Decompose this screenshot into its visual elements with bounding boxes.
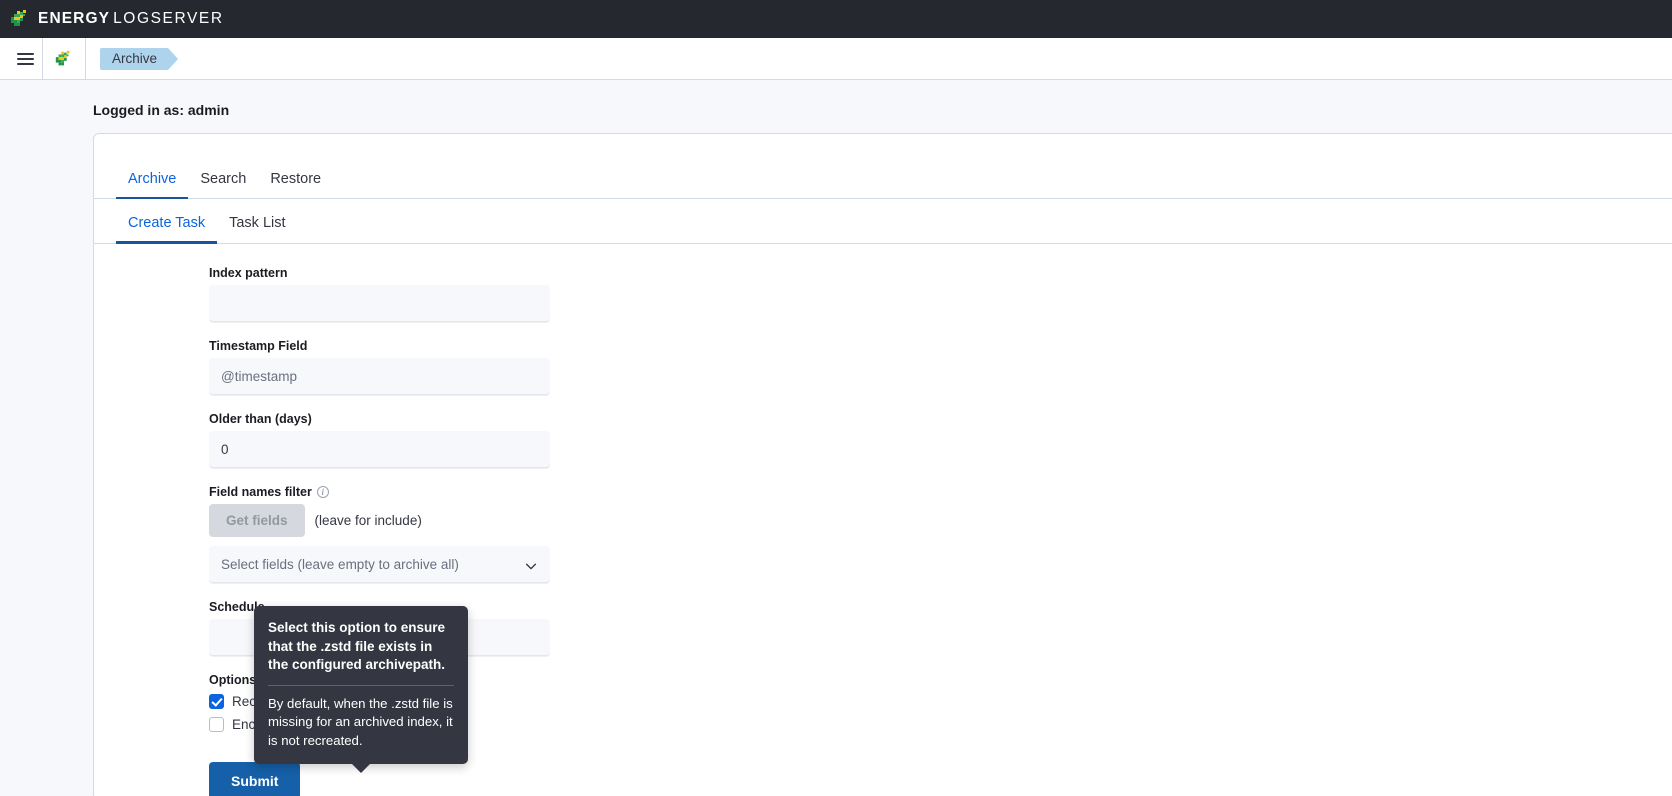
energy-logserver-logo-icon — [9, 8, 31, 30]
timestamp-field-label: Timestamp Field — [209, 339, 308, 353]
brand-title-light: LOGSERVER — [113, 10, 224, 27]
timestamp-field-input[interactable] — [209, 358, 550, 395]
secondary-navigation-bar: Archive — [0, 37, 1672, 80]
index-pattern-input[interactable] — [209, 285, 550, 322]
page-content: Logged in as: admin Archive Search Resto… — [0, 80, 1672, 796]
older-than-input[interactable] — [209, 431, 550, 468]
field-timestamp: Timestamp Field — [209, 339, 1672, 395]
hamburger-menu-icon[interactable] — [8, 42, 42, 76]
tab-search[interactable]: Search — [188, 162, 258, 198]
tooltip-separator — [268, 684, 454, 686]
field-index-pattern: Index pattern — [209, 266, 1672, 322]
get-fields-button[interactable]: Get fields — [209, 504, 305, 537]
submit-button[interactable]: Submit — [209, 762, 301, 796]
archive-panel: Archive Search Restore Create Task Task … — [93, 133, 1672, 796]
tooltip-arrow-icon — [352, 764, 370, 773]
field-names-filter: Field names filter i Get fields (leave f… — [209, 485, 1672, 583]
brand-title: ENERGY LOGSERVER — [38, 10, 224, 28]
tab-restore[interactable]: Restore — [258, 162, 333, 198]
get-fields-row: Get fields (leave for include) — [209, 504, 1672, 537]
index-pattern-label: Index pattern — [209, 266, 288, 280]
field-older-than: Older than (days) — [209, 412, 1672, 468]
field-names-select[interactable]: Select fields (leave empty to archive al… — [209, 546, 550, 583]
primary-tab-bar: Archive Search Restore — [94, 134, 1672, 199]
info-circle-icon[interactable]: i — [316, 486, 329, 498]
breadcrumb-archive[interactable]: Archive — [100, 47, 179, 70]
logged-in-status: Logged in as: admin — [93, 102, 230, 118]
brand-title-bold: ENERGY — [38, 10, 111, 27]
top-navigation-bar: ENERGY LOGSERVER — [0, 0, 1672, 38]
tab-task-list[interactable]: Task List — [217, 209, 297, 243]
encrypt-archives-checkbox[interactable] — [209, 717, 224, 732]
field-names-filter-label: Field names filter i — [209, 485, 1672, 499]
recreate-missing-files-checkbox[interactable] — [209, 694, 224, 709]
field-names-filter-label-text: Field names filter — [209, 485, 312, 499]
secondary-tab-bar: Create Task Task List — [94, 199, 1672, 244]
tooltip-recreate-missing-files: Select this option to ensure that the .z… — [254, 606, 468, 773]
tooltip-title: Select this option to ensure that the .z… — [268, 620, 446, 672]
tab-archive[interactable]: Archive — [116, 162, 189, 199]
field-names-select-wrap: Select fields (leave empty to archive al… — [209, 546, 550, 583]
field-filter-hint: (leave for include) — [314, 513, 422, 528]
tab-create-task[interactable]: Create Task — [116, 209, 218, 244]
older-than-label: Older than (days) — [209, 412, 312, 426]
nav-divider-2 — [85, 37, 86, 80]
energy-logserver-app-icon[interactable] — [43, 38, 85, 80]
tooltip-body: By default, when the .zstd file is missi… — [268, 695, 453, 748]
